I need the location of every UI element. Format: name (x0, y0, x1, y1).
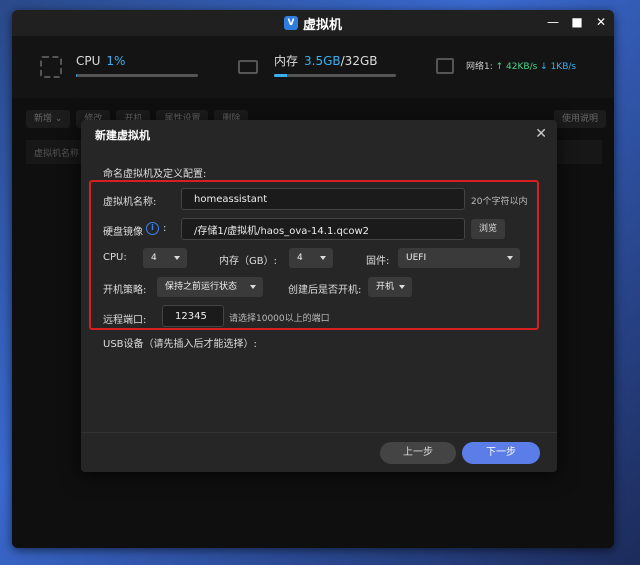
remote-port-hint: 请选择10000以上的端口 (229, 314, 330, 324)
previous-step-button[interactable]: 上一步 (380, 442, 456, 464)
memory-value: 3.5GB (304, 54, 341, 68)
cpu-count-label: CPU: (103, 252, 127, 263)
resource-stats: CPU 1% 内存 3.5GB/32GB 网络1: ↑ 42KB/s ↓ 1KB… (12, 36, 614, 98)
network-download: ↓ 1KB/s (540, 62, 577, 72)
title-bar: V 虚拟机 — ■ ✕ (12, 10, 614, 36)
memory-size-select[interactable]: 4 (289, 248, 333, 268)
memory-total: /32GB (340, 54, 378, 68)
remote-port-input[interactable] (162, 305, 224, 327)
boot-policy-label: 开机策略: (103, 285, 147, 296)
chevron-down-icon (507, 256, 513, 260)
cpu-bar (76, 74, 198, 77)
dialog-footer-divider (81, 432, 557, 433)
vm-name-hint: 20个字符以内 (471, 197, 528, 207)
maximize-icon[interactable]: ■ (570, 14, 584, 30)
info-icon[interactable]: i (146, 222, 159, 235)
disk-image-colon: : (163, 223, 167, 234)
memory-size-label: 内存（GB）: (219, 256, 277, 267)
cpu-chip-icon (40, 56, 62, 78)
chevron-down-icon (174, 256, 180, 260)
cpu-stat: CPU 1% (40, 50, 198, 78)
remote-port-label: 远程端口: (103, 315, 147, 326)
browse-button[interactable]: 浏览 (471, 219, 506, 239)
disk-image-label: 硬盘镜像 (103, 227, 143, 238)
chevron-down-icon (399, 285, 405, 289)
cpu-bar-fill (76, 74, 78, 77)
start-after-create-select[interactable]: 开机 (368, 277, 412, 297)
firmware-select[interactable]: UEFI (398, 248, 520, 268)
cpu-count-select[interactable]: 4 (143, 248, 187, 268)
usb-devices-title: USB设备（请先插入后才能选择）: (103, 339, 257, 350)
firmware-label: 固件: (366, 256, 390, 267)
memory-stat: 内存 3.5GB/32GB (238, 50, 396, 77)
start-after-create-label: 创建后是否开机: (288, 285, 362, 296)
memory-size-value: 4 (297, 253, 303, 263)
window-controls: — ■ ✕ (546, 14, 608, 30)
chevron-down-icon (250, 285, 256, 289)
config-section-title: 命名虚拟机及定义配置: (103, 169, 207, 180)
memory-label: 内存 (274, 54, 299, 68)
memory-bar-fill (274, 74, 288, 77)
close-window-icon[interactable]: ✕ (594, 14, 608, 30)
chevron-down-icon (320, 256, 326, 260)
dialog-title: 新建虚拟机 (95, 129, 150, 142)
vm-name-label: 虚拟机名称: (103, 197, 157, 208)
network-icon (436, 58, 454, 74)
boot-policy-value: 保持之前运行状态 (165, 282, 238, 292)
start-after-create-value: 开机 (376, 282, 395, 292)
dialog-header: 新建虚拟机 ✕ (81, 120, 557, 150)
new-vm-dialog: 新建虚拟机 ✕ 命名虚拟机及定义配置: 虚拟机名称: 20个字符以内 硬盘镜像 … (81, 120, 557, 472)
cpu-count-value: 4 (151, 253, 157, 263)
network-upload: ↑ 42KB/s (495, 62, 538, 72)
next-step-button[interactable]: 下一步 (462, 442, 540, 464)
close-icon[interactable]: ✕ (535, 126, 547, 142)
memory-icon (238, 60, 258, 74)
vm-app-icon: V (283, 16, 298, 30)
network-label: 网络1: (466, 62, 493, 72)
window-title: 虚拟机 (302, 17, 342, 33)
cpu-value: 1% (106, 54, 126, 68)
cpu-label: CPU (76, 54, 101, 68)
firmware-value: UEFI (406, 253, 427, 263)
disk-image-input[interactable] (181, 218, 465, 240)
memory-bar (274, 74, 396, 77)
network-stat: 网络1: ↑ 42KB/s ↓ 1KB/s (436, 50, 576, 74)
boot-policy-select[interactable]: 保持之前运行状态 (157, 277, 263, 297)
vm-name-input[interactable] (181, 188, 465, 210)
minimize-icon[interactable]: — (546, 14, 560, 30)
